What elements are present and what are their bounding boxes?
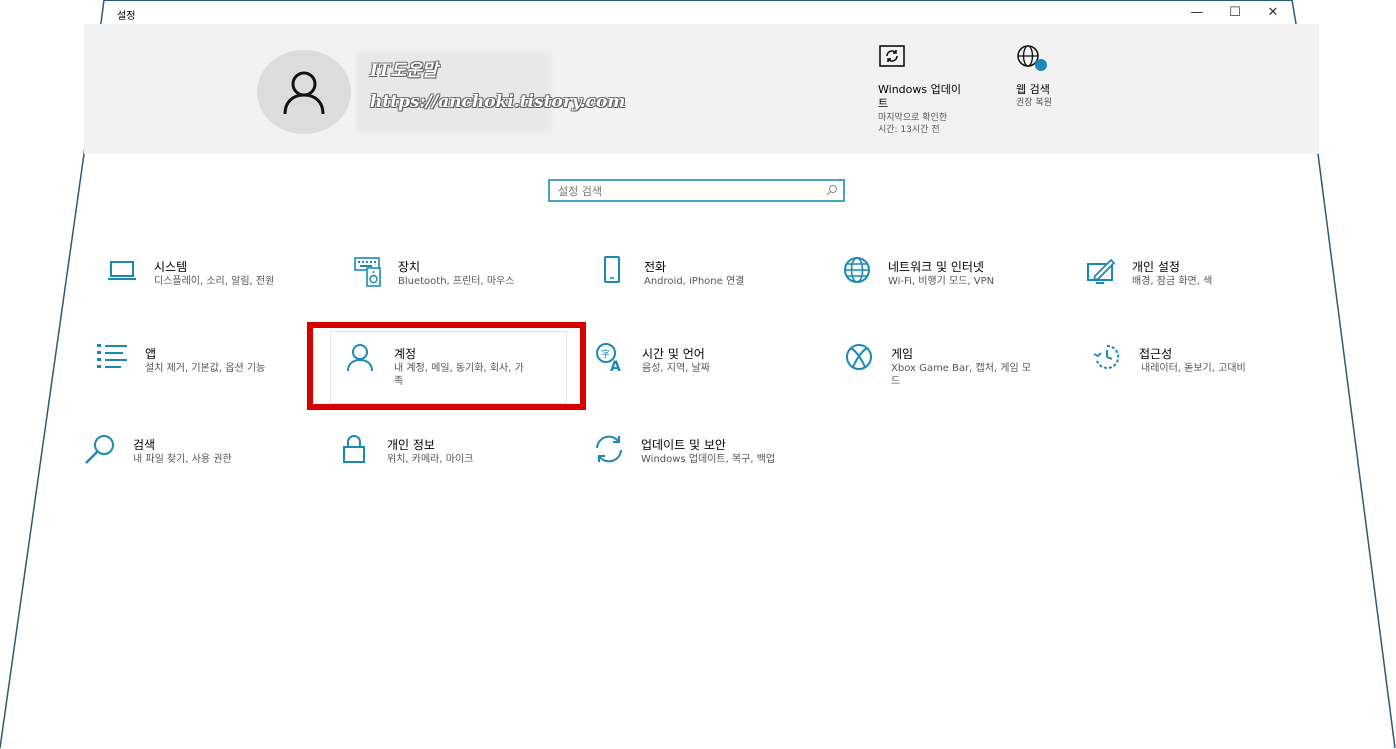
settings-search-box[interactable] (548, 179, 845, 202)
sync-icon (879, 45, 905, 67)
language-icon: A 字 (596, 343, 621, 375)
category-title: 개인 설정 (1132, 260, 1180, 274)
globe-icon (1017, 45, 1047, 71)
category-title: 업데이트 및 보안 (641, 438, 726, 452)
minimize-button[interactable]: — (1182, 3, 1212, 21)
category-apps[interactable]: 앱 설치 제거, 기본값, 옵션 기능 (97, 343, 312, 403)
category-privacy[interactable]: 개인 정보 위치, 카메라, 마이크 (342, 434, 557, 494)
category-title: 시스템 (154, 260, 188, 274)
laptop-icon (108, 261, 136, 280)
category-time-language[interactable]: A 字 시간 및 언어 음성, 지역, 날짜 (595, 343, 810, 403)
category-title: 전화 (644, 260, 667, 274)
category-desc: Bluetooth, 프린터, 마우스 (398, 276, 515, 287)
category-desc-line: 드 (891, 376, 901, 387)
category-desc: Android, iPhone 연결 (644, 276, 745, 287)
watermark-line2: https://anchoki.tistory.com (370, 92, 626, 112)
category-title: 시간 및 언어 (642, 347, 705, 361)
lock-icon (343, 435, 365, 463)
category-system[interactable]: 시스템 디스플레이, 소리, 알림, 전원 (107, 256, 322, 316)
highlight-box (307, 322, 586, 410)
xbox-icon (846, 344, 872, 370)
close-button[interactable]: ✕ (1258, 3, 1288, 21)
avatar[interactable] (257, 50, 351, 134)
watermark: IT도운말 https://anchoki.tistory.com (370, 56, 625, 118)
globe-icon (844, 257, 870, 283)
category-desc-line: Xbox Game Bar, 캡처, 게임 모 (891, 363, 1032, 374)
maximize-button[interactable]: ☐ (1220, 3, 1250, 21)
category-title: 장치 (398, 260, 421, 274)
paint-icon (1087, 258, 1116, 284)
windows-update-sub: 마지막으로 확인한 (878, 113, 948, 123)
category-title: 접근성 (1139, 347, 1173, 361)
category-phone[interactable]: 전화 Android, iPhone 연결 (602, 256, 817, 316)
header-windows-update[interactable]: Windows 업데이 트 마지막으로 확인한 시간: 13시간 전 (878, 44, 961, 136)
sync-icon (596, 435, 622, 463)
category-devices[interactable]: 장치 Bluetooth, 프린터, 마우스 (353, 256, 568, 316)
category-desc: Windows 업데이트, 복구, 백업 (641, 454, 776, 465)
category-gaming[interactable]: 게임 Xbox Game Bar, 캡처, 게임 모 드 (845, 343, 1060, 403)
windows-update-sub-cont: 시간: 13시간 전 (878, 125, 940, 135)
accessibility-timer-icon (1093, 344, 1120, 369)
category-title: 앱 (145, 347, 157, 361)
category-desc: 내레이터, 돋보기, 고대비 (1141, 363, 1246, 374)
category-personalization[interactable]: 개인 설정 배경, 잠금 화면, 색 (1086, 256, 1301, 316)
category-desc: Xbox Game Bar, 캡처, 게임 모 드 (891, 362, 1031, 388)
watermark-line1: IT도운말 (370, 61, 438, 81)
category-title: 검색 (133, 438, 156, 452)
phone-icon (604, 256, 620, 283)
category-desc: 디스플레이, 소리, 알림, 전원 (154, 276, 275, 287)
svg-text:字: 字 (601, 348, 610, 360)
windows-update-title: Windows 업데이 (878, 83, 961, 96)
web-search-title: 웹 검색 (1016, 83, 1050, 96)
category-title: 개인 정보 (387, 438, 435, 452)
search-icon[interactable] (826, 184, 838, 196)
category-desc: 음성, 지역, 날짜 (642, 363, 710, 374)
window-title: 설정 (117, 11, 136, 22)
search-icon (85, 435, 114, 464)
windows-update-title-cont: 트 (878, 97, 889, 110)
category-search[interactable]: 검색 내 파일 찾기, 사용 권한 (85, 434, 300, 494)
list-icon (97, 344, 127, 368)
category-title: 게임 (891, 347, 914, 361)
category-desc: 설치 제거, 기본값, 옵션 기능 (145, 363, 266, 374)
category-desc: 배경, 잠금 화면, 색 (1132, 276, 1213, 287)
header-web-search[interactable]: 웹 검색 권장 복원 (1016, 44, 1052, 109)
keyboard-speaker-icon (354, 257, 381, 287)
search-input[interactable] (558, 183, 818, 199)
category-desc: Wi-Fi, 비행기 모드, VPN (888, 276, 995, 287)
web-search-sub: 권장 복원 (1016, 98, 1052, 108)
category-accessibility[interactable]: 접근성 내레이터, 돋보기, 고대비 (1093, 343, 1308, 403)
category-desc: 내 파일 찾기, 사용 권한 (133, 454, 232, 465)
person-icon (283, 71, 325, 115)
category-title: 네트워크 및 인터넷 (888, 260, 984, 274)
svg-text:A: A (610, 359, 621, 375)
category-network[interactable]: 네트워크 및 인터넷 Wi-Fi, 비행기 모드, VPN (842, 256, 1057, 316)
category-update-security[interactable]: 업데이트 및 보안 Windows 업데이트, 복구, 백업 (594, 434, 809, 494)
category-desc: 위치, 카메라, 마이크 (387, 454, 474, 465)
settings-window: 설정 — ☐ ✕ IT도운말 https://anchoki.tistory.c… (0, 0, 1396, 749)
